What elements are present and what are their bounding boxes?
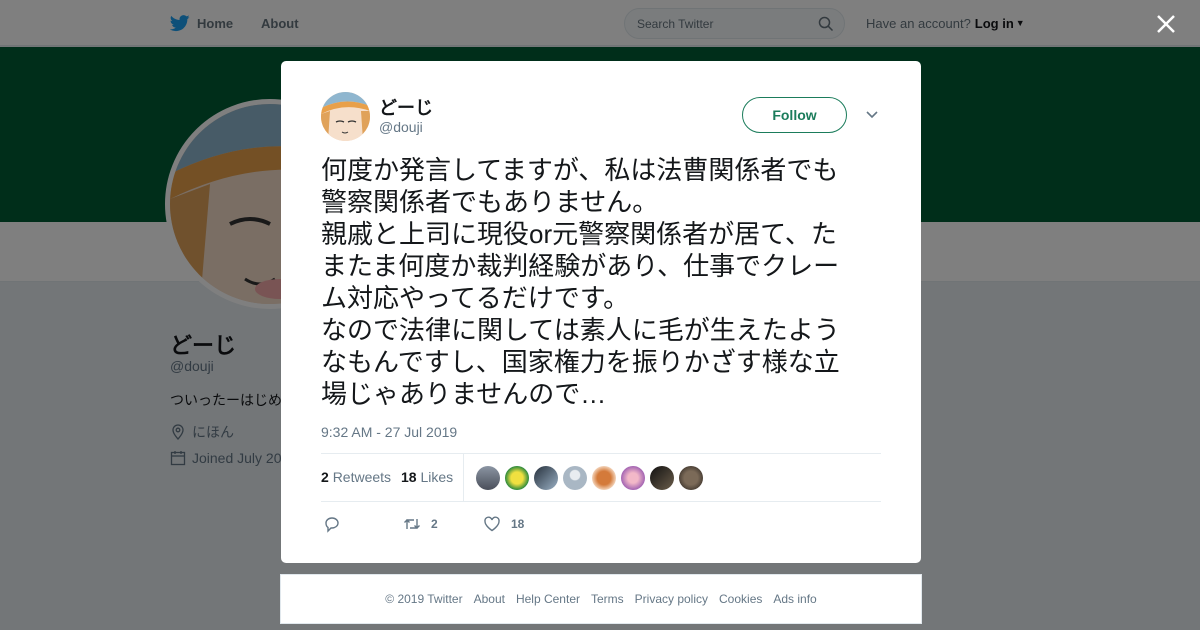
stats-divider	[463, 454, 464, 501]
tweet-text-line: なもんですし、国家権力を振りかざす様な立	[321, 347, 840, 377]
retweets-label: Retweets	[332, 469, 392, 485]
liker-avatar[interactable]	[505, 466, 529, 490]
footer-link-help-center[interactable]: Help Center	[516, 592, 580, 606]
tweet-text-line: 場じゃありませんので…	[321, 379, 607, 409]
tweet-author-avatar[interactable]	[321, 92, 370, 141]
footer-link-ads-info[interactable]: Ads info	[773, 592, 816, 606]
tweet-stats: 2 Retweets 18 Likes	[321, 453, 881, 502]
tweet-author-handle[interactable]: @douji	[379, 119, 423, 135]
reply-button[interactable]	[323, 515, 351, 533]
retweet-button[interactable]: 2	[403, 515, 438, 533]
retweet-action-count: 2	[431, 517, 438, 531]
liker-avatar[interactable]	[534, 466, 558, 490]
likes-label: Likes	[420, 469, 454, 485]
retweet-icon	[404, 519, 420, 529]
close-icon[interactable]	[1154, 12, 1178, 36]
like-button[interactable]: 18	[483, 515, 524, 533]
tweet-text-line: 警察関係者でもありません。	[321, 187, 659, 217]
tweet-text-line: 親戚と上司に現役or元警察関係者が居て、た	[321, 219, 837, 249]
tweet-text-line: またま何度か裁判経験があり、仕事でクレー	[321, 251, 840, 281]
liker-avatar[interactable]	[563, 466, 587, 490]
likes-stat[interactable]: 18 Likes	[401, 469, 453, 485]
heart-icon	[484, 516, 500, 532]
footer-link-about[interactable]: About	[474, 592, 505, 606]
tweet-text-line: ム対応やってるだけです。	[321, 283, 630, 313]
follow-button[interactable]: Follow	[742, 97, 847, 133]
chevron-down-icon[interactable]	[865, 109, 879, 121]
tweet-actions: 2 18	[321, 513, 881, 537]
tweet-timestamp[interactable]: 9:32 AM - 27 Jul 2019	[321, 424, 457, 440]
footer-copyright: © 2019 Twitter	[385, 592, 463, 606]
author-avatar-illustration	[321, 92, 370, 141]
liker-avatar[interactable]	[679, 466, 703, 490]
tweet-text-line: 何度か発言してますが、私は法曹関係者でも	[321, 155, 839, 185]
liker-avatar[interactable]	[592, 466, 616, 490]
likes-count: 18	[401, 469, 417, 485]
tweet-text-line: なので法律に関しては素人に毛が生えたよう	[321, 315, 840, 345]
retweets-count: 2	[321, 469, 329, 485]
liker-avatar[interactable]	[621, 466, 645, 490]
retweets-stat[interactable]: 2 Retweets	[321, 469, 391, 485]
footer-link-terms[interactable]: Terms	[591, 592, 624, 606]
modal-footer: © 2019 Twitter About Help Center Terms P…	[280, 574, 922, 624]
likers-avatars	[476, 466, 708, 490]
tweet-modal: どーじ @douji Follow 何度か発言してますが、私は法曹関係者でも 警…	[281, 61, 921, 563]
reply-icon	[325, 517, 339, 533]
liker-avatar[interactable]	[476, 466, 500, 490]
tweet-text: 何度か発言してますが、私は法曹関係者でも 警察関係者でもありません。 親戚と上司…	[321, 154, 887, 410]
like-action-count: 18	[511, 517, 525, 531]
footer-link-cookies[interactable]: Cookies	[719, 592, 762, 606]
footer-link-privacy[interactable]: Privacy policy	[635, 592, 708, 606]
liker-avatar[interactable]	[650, 466, 674, 490]
tweet-author-name[interactable]: どーじ	[379, 94, 433, 120]
